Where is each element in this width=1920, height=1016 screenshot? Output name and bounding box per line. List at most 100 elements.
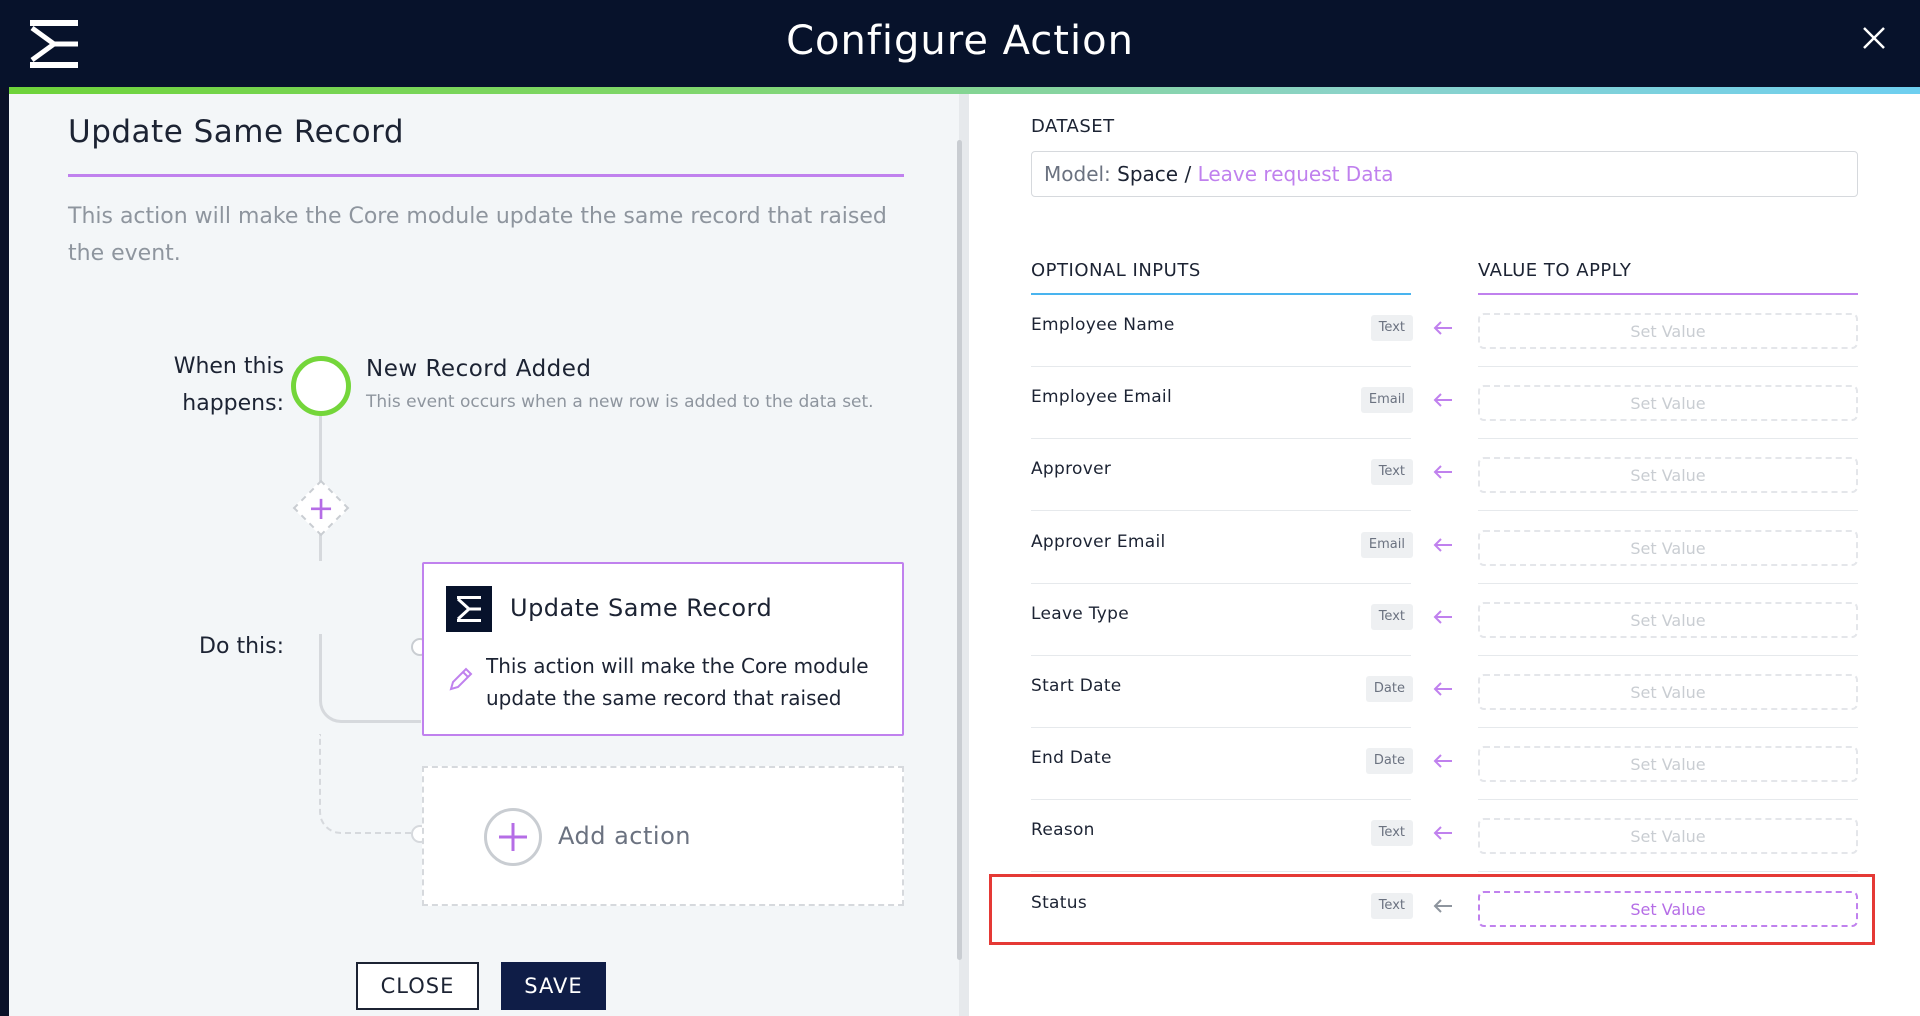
optional-inputs-header: OPTIONAL INPUTS xyxy=(1031,260,1201,281)
arrow-left-icon xyxy=(1433,321,1452,335)
set-value-button[interactable]: Set Value xyxy=(1478,890,1858,927)
set-value-button[interactable]: Set Value xyxy=(1478,313,1858,349)
row-divider xyxy=(1031,727,1411,728)
row-divider xyxy=(1478,438,1858,440)
row-divider xyxy=(1031,654,1411,656)
input-name: Employee Name xyxy=(1031,315,1175,335)
input-type-badge: Email xyxy=(1360,387,1413,414)
set-value-button[interactable]: Set Value xyxy=(1478,601,1858,638)
input-type-badge: Email xyxy=(1360,531,1413,558)
values-header-underline xyxy=(1478,293,1858,295)
event-status-icon xyxy=(291,356,351,416)
add-action-circle xyxy=(484,808,542,866)
row-divider xyxy=(1031,366,1411,367)
row-divider xyxy=(1478,510,1858,512)
input-name: Status xyxy=(1031,892,1087,913)
event-title: New Record Added xyxy=(366,356,592,382)
top-bar: Configure Action xyxy=(0,0,1920,88)
inputs-header-underline xyxy=(1031,293,1411,295)
arrow-left-icon xyxy=(1433,898,1452,913)
input-name: Leave Type xyxy=(1031,603,1130,624)
left-scrollbar[interactable] xyxy=(957,140,962,960)
input-name: Start Date xyxy=(1031,676,1122,696)
set-value-button[interactable]: Set Value xyxy=(1478,818,1858,855)
flow-connector-elbow xyxy=(319,634,421,723)
row-divider xyxy=(1478,366,1858,367)
input-row: Approver Text Set Value xyxy=(1031,449,1858,521)
row-divider xyxy=(1478,871,1858,873)
input-type-badge: Date xyxy=(1365,676,1413,702)
arrow-left-icon xyxy=(1433,610,1452,624)
plus-icon xyxy=(499,823,527,851)
row-divider xyxy=(1031,943,1411,945)
input-row: Employee Name Text Set Value xyxy=(1031,305,1858,377)
input-name: Employee Email xyxy=(1031,387,1172,408)
title-underline xyxy=(68,174,904,177)
row-divider xyxy=(1031,438,1411,440)
row-divider xyxy=(1031,799,1411,801)
arrow-left-icon xyxy=(1433,393,1452,407)
set-value-button[interactable]: Set Value xyxy=(1478,529,1858,566)
input-type-badge: Text xyxy=(1370,459,1413,486)
input-type-badge: Text xyxy=(1370,603,1413,630)
input-row: End Date Date Set Value xyxy=(1031,738,1858,810)
set-value-button[interactable]: Set Value xyxy=(1478,457,1858,494)
arrow-left-icon xyxy=(1433,537,1452,552)
set-value-button[interactable]: Set Value xyxy=(1478,385,1858,422)
dataset-selector[interactable]: Model: Space / Leave request Data xyxy=(1031,151,1858,197)
row-divider xyxy=(1031,510,1411,512)
action-description: This action will make the Core module up… xyxy=(68,204,887,266)
configure-action-modal: Update Same Record This action will make… xyxy=(9,94,1920,1016)
when-label: When this happens: xyxy=(173,354,284,416)
page-title: Configure Action xyxy=(786,18,1134,64)
dataset-label: DATASET xyxy=(1031,116,1115,137)
set-value-button[interactable]: Set Value xyxy=(1478,746,1858,783)
dataset-separator: / xyxy=(1184,162,1198,186)
row-divider xyxy=(1031,582,1411,584)
add-action-label: Add action xyxy=(558,822,691,850)
dataset-key: Model: xyxy=(1044,162,1111,186)
input-name: Reason xyxy=(1031,820,1095,841)
close-icon[interactable] xyxy=(1856,20,1892,56)
row-divider xyxy=(1031,871,1411,873)
arrow-left-icon xyxy=(1433,754,1452,768)
do-label: Do this: xyxy=(199,634,284,659)
action-card[interactable]: Update Same Record This action will make… xyxy=(422,562,904,736)
input-type-badge: Date xyxy=(1365,748,1413,775)
pencil-icon[interactable] xyxy=(446,664,476,694)
add-action-button[interactable]: Add action xyxy=(422,766,904,906)
input-name: End Date xyxy=(1031,748,1112,769)
row-divider xyxy=(1478,582,1858,584)
close-button[interactable]: CLOSE xyxy=(356,962,479,1010)
action-flow-panel: Update Same Record This action will make… xyxy=(9,94,959,1016)
input-row: Employee Email Email Set Value xyxy=(1031,377,1858,449)
input-row: Reason Text Set Value xyxy=(1031,810,1858,882)
header-accent-bar xyxy=(9,87,1920,94)
input-row: Status Text Set Value xyxy=(1031,883,1858,955)
value-to-apply-header: VALUE TO APPLY xyxy=(1478,260,1632,281)
arrow-left-icon xyxy=(1433,826,1452,841)
plus-icon[interactable]: + xyxy=(304,488,338,528)
arrow-left-icon xyxy=(1433,682,1452,696)
input-type-badge: Text xyxy=(1370,892,1413,919)
input-name: Approver xyxy=(1031,459,1112,480)
event-description: This event occurs when a new row is adde… xyxy=(366,392,874,412)
arrow-left-icon xyxy=(1433,465,1452,480)
input-name: Approver Email xyxy=(1031,531,1166,552)
set-value-button[interactable]: Set Value xyxy=(1478,674,1858,710)
dataset-link[interactable]: Leave request Data xyxy=(1198,162,1394,186)
input-row: Start Date Date Set Value xyxy=(1031,666,1858,738)
save-button[interactable]: SAVE xyxy=(501,962,606,1010)
row-divider xyxy=(1478,943,1858,945)
inputs-panel: DATASET Model: Space / Leave request Dat… xyxy=(969,94,1920,1016)
input-type-badge: Text xyxy=(1370,315,1413,341)
action-title: Update Same Record xyxy=(68,114,405,150)
action-card-title: Update Same Record xyxy=(510,594,773,622)
input-type-badge: Text xyxy=(1370,820,1413,847)
input-row: Leave Type Text Set Value xyxy=(1031,594,1858,666)
input-row: Approver Email Email Set Value xyxy=(1031,522,1858,594)
row-divider xyxy=(1478,654,1858,656)
row-divider xyxy=(1478,727,1858,728)
dataset-model: Space xyxy=(1117,162,1179,186)
action-card-description: This action will make the Core module up… xyxy=(486,654,869,710)
